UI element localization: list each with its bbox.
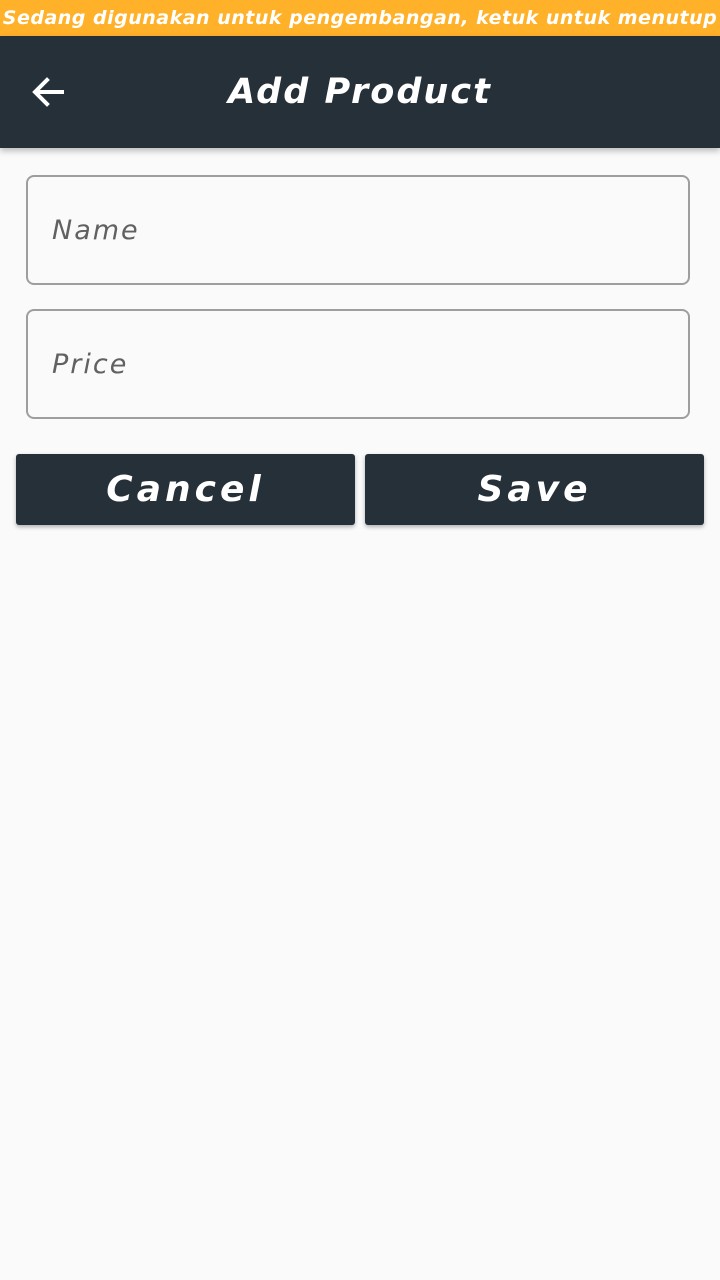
save-button[interactable]: Save bbox=[365, 454, 704, 525]
back-button[interactable] bbox=[20, 64, 76, 120]
app-bar: Add Product bbox=[0, 36, 720, 148]
name-field[interactable] bbox=[26, 175, 690, 285]
price-input[interactable] bbox=[28, 311, 688, 417]
cancel-button[interactable]: Cancel bbox=[16, 454, 355, 525]
page-title: Add Product bbox=[228, 72, 492, 112]
dev-mode-banner[interactable]: Sedang digunakan untuk pengembangan, ket… bbox=[0, 0, 720, 36]
price-field[interactable] bbox=[26, 309, 690, 419]
name-input[interactable] bbox=[28, 177, 688, 283]
arrow-left-icon bbox=[32, 77, 64, 107]
